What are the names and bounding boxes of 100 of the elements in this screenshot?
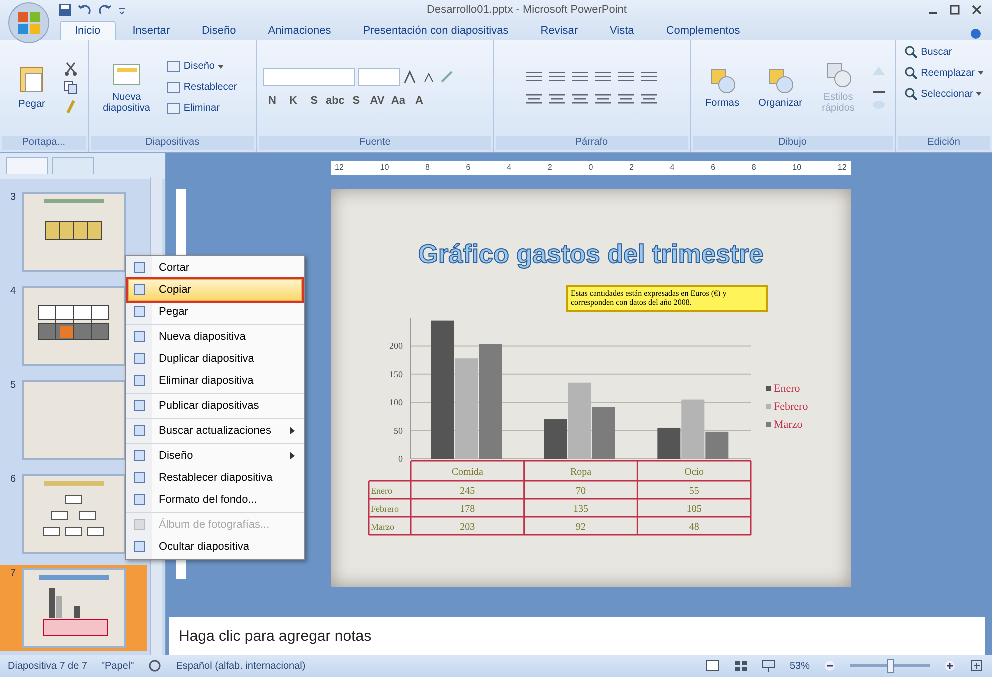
undo-icon[interactable]	[78, 3, 92, 17]
ribbon-tab[interactable]: Insertar	[118, 21, 185, 40]
ribbon-button[interactable]: Organizar	[754, 66, 807, 110]
notes-field[interactable]: Haga clic para agregar notas	[169, 617, 985, 656]
office-button[interactable]	[8, 2, 50, 44]
ribbon-tab[interactable]: Complementos	[651, 21, 756, 40]
bullets-icon[interactable]	[524, 70, 544, 84]
align-left-icon[interactable]	[524, 92, 544, 106]
window-title: Desarrollo01.pptx - Microsoft PowerPoint	[426, 4, 628, 16]
spellcheck-icon[interactable]	[148, 659, 162, 674]
table-cell: 70	[576, 486, 586, 497]
save-icon[interactable]	[58, 3, 72, 17]
slide-thumbnail-item[interactable]: 7	[0, 564, 147, 651]
ribbon-button[interactable]: Diseño	[164, 58, 240, 75]
menu-item-icon	[133, 424, 147, 438]
magnifier-icon	[904, 87, 918, 101]
redo-icon[interactable]	[98, 3, 112, 17]
align-text-icon[interactable]	[639, 92, 660, 106]
magnifier-icon	[904, 66, 918, 80]
menu-item-icon	[133, 449, 147, 463]
ribbon-tab[interactable]: Diseño	[186, 21, 252, 40]
ribbon-button[interactable]: Reemplazar	[902, 65, 986, 81]
legend-label: Febrero	[774, 400, 808, 413]
ribbon-tab[interactable]: Inicio	[60, 21, 116, 40]
ribbon-button[interactable]: Buscar	[902, 44, 986, 60]
paste-button[interactable]: Pegar	[6, 64, 58, 111]
menu-item-icon	[133, 305, 147, 319]
group-label: Portapa...	[2, 136, 86, 150]
slide-thumbnail[interactable]	[22, 380, 126, 460]
ribbon-button[interactable]: Seleccionar	[902, 86, 986, 102]
table-cell: 105	[686, 504, 702, 515]
shapes-icon	[824, 61, 853, 90]
line-spacing-icon[interactable]	[616, 70, 636, 84]
slide-number: 5	[9, 380, 16, 391]
menu-item-icon	[133, 283, 147, 297]
menu-item-icon	[133, 374, 147, 388]
format-button[interactable]: Aa	[389, 94, 408, 108]
normal-view-icon[interactable]	[706, 660, 720, 672]
context-menu-item[interactable]: Publicar diapositivas	[128, 395, 302, 417]
format-button[interactable]: S	[305, 94, 324, 108]
slide-thumbnail[interactable]	[22, 286, 126, 366]
zoom-out-icon[interactable]	[824, 660, 836, 672]
zoom-level[interactable]: 53%	[790, 660, 810, 672]
increase-indent-icon[interactable]	[593, 70, 614, 84]
horizontal-ruler: 12 10 8 6 4 2 0 2 4 6 8 10 12	[331, 160, 851, 175]
decrease-indent-icon[interactable]	[570, 70, 590, 84]
font-size-field[interactable]	[358, 68, 400, 86]
zoom-in-icon[interactable]	[944, 660, 956, 672]
format-button[interactable]: abc	[326, 94, 344, 108]
slideshow-view-icon[interactable]	[762, 660, 776, 672]
slide-counter: Diapositiva 7 de 7	[8, 660, 88, 672]
ribbon-tab[interactable]: Revisar	[526, 21, 594, 40]
menu-item-icon	[133, 540, 147, 554]
help-icon[interactable]	[970, 28, 982, 40]
numbering-icon[interactable]	[547, 70, 568, 84]
legend-label: Marzo	[774, 418, 803, 431]
magnifier-icon	[904, 45, 918, 59]
columns-icon[interactable]	[616, 92, 636, 106]
close-icon[interactable]	[972, 5, 982, 15]
submenu-arrow-icon	[290, 427, 295, 435]
slide-thumbnail[interactable]	[22, 192, 126, 272]
new-slide-button[interactable]: Nueva diapositiva	[94, 60, 159, 116]
format-button[interactable]: K	[284, 94, 302, 108]
scissors-icon[interactable]	[64, 62, 78, 76]
axis-tick-label: 100	[390, 397, 403, 408]
context-menu-item[interactable]: Buscar actualizaciones	[128, 420, 302, 442]
slide-thumbnail[interactable]	[22, 568, 126, 648]
group-label: Edición	[898, 136, 990, 150]
shapes-icon	[766, 66, 795, 95]
format-button[interactable]: S	[347, 94, 366, 108]
format-button[interactable]: AV	[368, 94, 386, 108]
text-direction-icon[interactable]	[639, 70, 660, 84]
ribbon-tab[interactable]: Presentación con diapositivas	[348, 21, 524, 40]
align-center-icon[interactable]	[547, 92, 568, 106]
ribbon-button[interactable]: Restablecer	[164, 80, 240, 96]
format-button[interactable]: N	[263, 94, 282, 108]
slide-thumbnail[interactable]	[22, 474, 126, 554]
axis-tick-label: 200	[390, 341, 403, 352]
font-name-field[interactable]	[263, 68, 356, 86]
ribbon-button[interactable]: Eliminar	[164, 100, 240, 117]
ribbon-tab[interactable]: Vista	[595, 21, 650, 40]
group-label: Párrafo	[496, 136, 688, 150]
language-label[interactable]: Español (alfab. internacional)	[176, 660, 306, 672]
context-menu-item[interactable]: Copiar	[128, 279, 302, 301]
justify-icon[interactable]	[593, 92, 614, 106]
align-right-icon[interactable]	[570, 92, 590, 106]
ribbon-tab[interactable]: Animaciones	[253, 21, 346, 40]
menu-item-icon	[133, 493, 147, 507]
copy-icon[interactable]	[64, 80, 78, 95]
axis-tick-label: 50	[394, 426, 403, 436]
slide-title: Gráfico gastos del trimestre	[417, 238, 765, 270]
sorter-view-icon[interactable]	[734, 660, 748, 672]
dropdown-caret-icon	[978, 71, 984, 75]
ribbon-button[interactable]: Formas	[696, 66, 749, 110]
fit-window-icon[interactable]	[970, 659, 984, 674]
zoom-slider-thumb[interactable]	[887, 659, 894, 674]
table-row-label: Enero	[371, 486, 392, 496]
menu-item-icon	[133, 518, 147, 532]
maximize-icon[interactable]	[950, 5, 960, 15]
format-button[interactable]: A	[410, 94, 428, 108]
